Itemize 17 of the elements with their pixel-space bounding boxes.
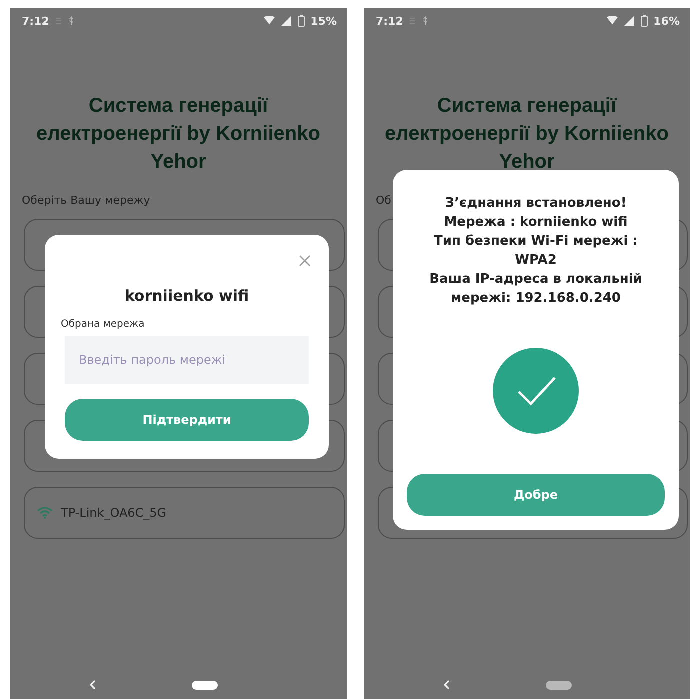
- status-time: 7:12: [22, 14, 50, 28]
- network-name: TP-Link_OA6C_5G: [61, 506, 167, 520]
- status-time: 7:12: [376, 14, 404, 28]
- section-label: Об: [376, 194, 392, 207]
- message-line: WPA2: [515, 252, 557, 270]
- battery-percent: 16%: [654, 14, 680, 28]
- message-line: З’єднання встановлено!: [445, 195, 627, 213]
- section-label: Оберіть Вашу мережу: [22, 194, 150, 207]
- message-line: мережі: 192.168.0.240: [451, 290, 621, 308]
- message-line: Тип безпеки Wi-Fi мережі :: [434, 233, 638, 251]
- app-title: Система генерації електроенергії by Korniienko Yehor: [36, 94, 322, 175]
- message-line: Ваша IP-адреса в локальній: [430, 271, 642, 289]
- app-title: Система генерації електроенергії by Korniienko Yehor: [384, 94, 670, 175]
- message-line: Мережа : korniienko wifi: [444, 214, 628, 232]
- battery-percent: 15%: [310, 14, 337, 28]
- dialog-title: korniienko wifi: [124, 287, 250, 305]
- field-label: Обрана мережа: [61, 319, 146, 330]
